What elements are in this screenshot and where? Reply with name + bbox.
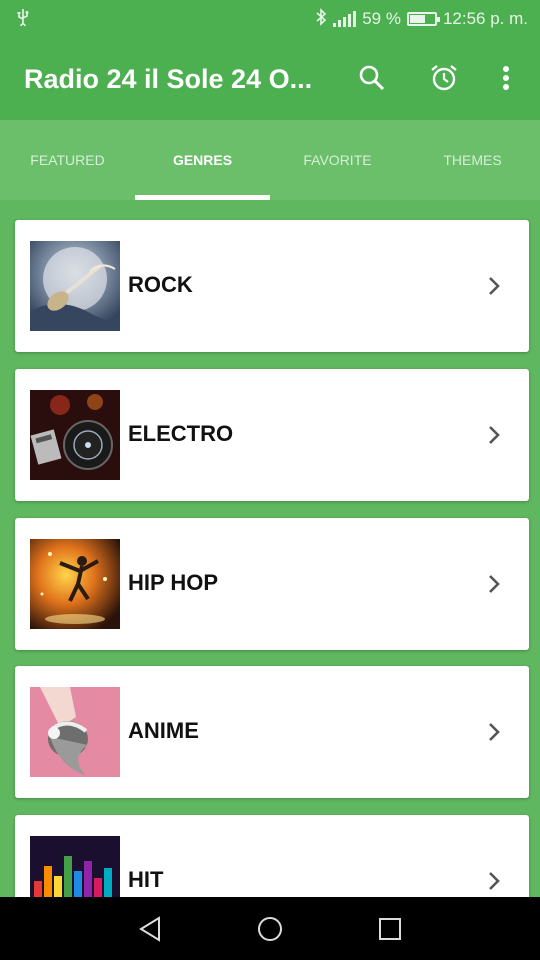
- search-icon[interactable]: [354, 60, 390, 96]
- recent-apps-icon[interactable]: [375, 914, 405, 944]
- usb-icon: [16, 8, 30, 31]
- bluetooth-icon: [315, 7, 327, 31]
- tab-favorite[interactable]: FAVORITE: [270, 120, 405, 200]
- signal-icon: [333, 11, 357, 27]
- genre-card-anime[interactable]: ANIME: [15, 666, 529, 798]
- dj-turntable-image: [30, 390, 120, 480]
- tab-featured[interactable]: FEATURED: [0, 120, 135, 200]
- home-icon[interactable]: [255, 914, 285, 944]
- dancer-image: [30, 539, 120, 629]
- genre-card-rock[interactable]: ROCK: [15, 220, 529, 352]
- chevron-right-icon: [489, 723, 500, 741]
- more-vert-icon[interactable]: [488, 60, 524, 96]
- genre-card-hip-hop[interactable]: HIP HOP: [15, 518, 529, 650]
- genre-list[interactable]: ROCK ELECTRO HIP HOP ANIME HIT: [0, 200, 540, 897]
- app-title: Radio 24 il Sole 24 O...: [24, 63, 313, 94]
- battery-icon: [406, 12, 440, 26]
- genre-label: ANIME: [128, 718, 199, 743]
- chevron-right-icon: [489, 426, 500, 444]
- genre-label: ROCK: [128, 272, 193, 297]
- tab-genres[interactable]: GENRES: [135, 120, 270, 200]
- tab-themes[interactable]: THEMES: [405, 120, 540, 200]
- app-bar: Radio 24 il Sole 24 O...: [0, 38, 540, 120]
- tab-bar: FEATURED GENRES FAVORITE THEMES: [0, 120, 540, 200]
- genre-label: HIP HOP: [128, 570, 219, 595]
- chevron-right-icon: [489, 872, 500, 890]
- genre-card-electro[interactable]: ELECTRO: [15, 369, 529, 501]
- system-nav-bar: [0, 897, 540, 960]
- anime-girl-headphones-image: [30, 687, 120, 777]
- back-icon[interactable]: [135, 914, 165, 944]
- alarm-icon[interactable]: [426, 60, 462, 96]
- equalizer-image: [30, 836, 120, 897]
- status-bar: 59 % 12:56 p. m.: [0, 0, 540, 38]
- battery-percent: 59 %: [362, 9, 401, 28]
- battery-level-fill: [409, 15, 426, 23]
- chevron-right-icon: [489, 575, 500, 593]
- status-time: 12:56 p. m.: [442, 9, 528, 28]
- genre-label: HIT: [128, 867, 164, 892]
- genre-card-hit[interactable]: HIT: [15, 815, 529, 897]
- genre-label: ELECTRO: [128, 421, 234, 446]
- rock-guitar-image: [30, 241, 120, 331]
- chevron-right-icon: [489, 277, 500, 295]
